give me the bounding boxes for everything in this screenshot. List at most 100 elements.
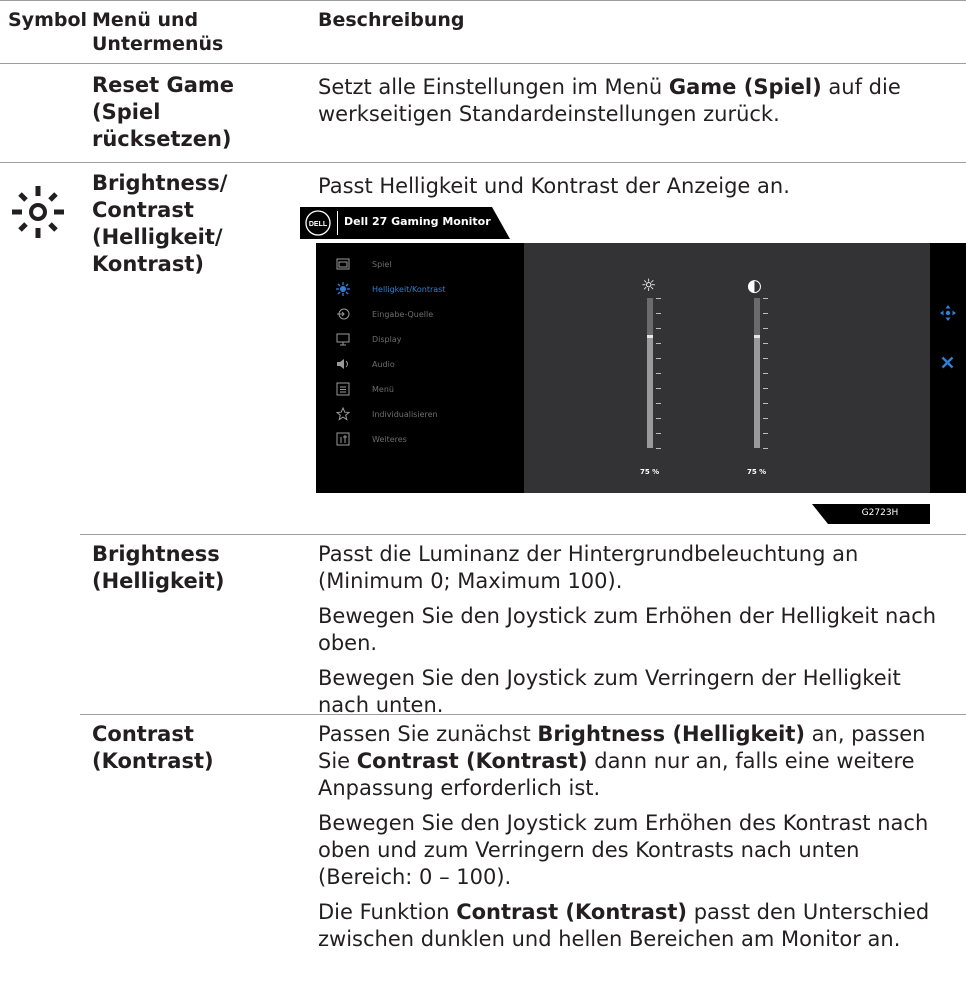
slider-tick bbox=[656, 328, 661, 329]
slider-tick bbox=[656, 388, 661, 389]
osd-menu-item-audio[interactable]: Audio bbox=[336, 355, 521, 373]
model-name: G2723H bbox=[861, 508, 899, 518]
desc-text: Die Funktion bbox=[318, 900, 457, 924]
desc-text: Setzt alle Einstellungen im Menü bbox=[318, 75, 669, 99]
osd-menu-item-individualisieren[interactable]: Individualisieren bbox=[336, 405, 521, 423]
desc-cell-brightness-contrast: Passt Helligkeit und Kontrast der Anzeig… bbox=[318, 174, 790, 198]
osd-title: Dell 27 Gaming Monitor bbox=[344, 215, 491, 228]
close-icon[interactable] bbox=[941, 356, 954, 369]
desc-cell-reset-game: Setzt alle Einstellungen im Menü Game (S… bbox=[318, 74, 958, 128]
desc-bold-text: Contrast (Kontrast) bbox=[456, 900, 688, 924]
osd-menu-item-spiel[interactable]: Spiel bbox=[336, 255, 521, 273]
input-source-icon bbox=[336, 307, 350, 321]
brightness-icon bbox=[336, 282, 350, 296]
slider-tick bbox=[763, 373, 768, 374]
slider-tick bbox=[763, 403, 768, 404]
column-header-menu-line1: Menü und bbox=[92, 9, 199, 31]
menu-icon bbox=[336, 382, 350, 396]
slider-tick bbox=[763, 358, 768, 359]
brightness-slider-knob[interactable] bbox=[647, 334, 653, 338]
osd-menu-item-menue[interactable]: Menü bbox=[336, 380, 521, 398]
slider-tick bbox=[656, 448, 661, 449]
menu-line: (Helligkeit) bbox=[92, 569, 225, 593]
slider-tick bbox=[763, 343, 768, 344]
column-header-menu-line2: Untermenüs bbox=[92, 33, 224, 55]
desc-cell-brightness: Passt die Luminanz der Hintergrundbeleuc… bbox=[318, 541, 958, 719]
brightness-value: 75 % bbox=[640, 468, 660, 476]
menu-line: Contrast bbox=[92, 198, 194, 222]
menu-line: Contrast bbox=[92, 722, 194, 746]
desc-paragraph: Passt die Luminanz der Hintergrundbeleuc… bbox=[318, 542, 859, 593]
menu-cell-contrast: Contrast (Kontrast) bbox=[92, 721, 302, 775]
slider-tick bbox=[763, 313, 768, 314]
column-header-symbol: Symbol bbox=[8, 9, 88, 31]
display-icon bbox=[336, 332, 350, 346]
contrast-slider-knob[interactable] bbox=[754, 334, 760, 338]
osd-menu-label: Audio bbox=[372, 359, 395, 369]
sun-icon bbox=[12, 186, 64, 238]
osd-menu-label: Display bbox=[372, 334, 402, 344]
slider-tick bbox=[763, 418, 768, 419]
desc-paragraph: Setzt alle Einstellungen im Menü Game (S… bbox=[318, 74, 958, 128]
osd-menu-label: Spiel bbox=[372, 259, 392, 269]
slider-tick bbox=[763, 388, 768, 389]
menu-cell-brightness-contrast: Brightness/ Contrast (Helligkeit/ Kontra… bbox=[92, 170, 302, 278]
desc-paragraph: Bewegen Sie den Joystick zum Erhöhen des… bbox=[318, 811, 929, 889]
slider-tick bbox=[656, 433, 661, 434]
brightness-slider[interactable] bbox=[647, 298, 653, 448]
slider-tick bbox=[656, 358, 661, 359]
osd-menu-label: Helligkeit/Kontrast bbox=[372, 284, 446, 294]
speaker-icon bbox=[336, 357, 350, 371]
osd-menu-item-display[interactable]: Display bbox=[336, 330, 521, 348]
osd-panel: Spiel Helligkeit/Kontrast Eingabe-Quelle… bbox=[316, 243, 966, 493]
menu-cell-brightness: Brightness (Helligkeit) bbox=[92, 541, 302, 595]
row-rule bbox=[0, 162, 966, 163]
osd-menu-label: Menü bbox=[372, 384, 394, 394]
menu-line: (Spiel bbox=[92, 100, 161, 124]
desc-bold-text: Contrast (Kontrast) bbox=[356, 749, 588, 773]
desc-paragraph: Die Funktion Contrast (Kontrast) passt d… bbox=[318, 899, 958, 953]
osd-settings-area: ☼ 75 % ◐ 75 % bbox=[524, 243, 930, 493]
brightness-slider-icon: ☼ bbox=[641, 276, 657, 296]
osd-title-divider bbox=[337, 211, 338, 235]
osd-menu-item-helligkeit-kontrast[interactable]: Helligkeit/Kontrast bbox=[336, 280, 521, 298]
contrast-slider-icon: ◐ bbox=[747, 276, 762, 296]
osd-menu-label: Individualisieren bbox=[372, 409, 438, 419]
menu-line: (Kontrast) bbox=[92, 749, 214, 773]
desc-paragraph: Bewegen Sie den Joystick zum Erhöhen der… bbox=[318, 604, 937, 655]
menu-line: (Helligkeit/ bbox=[92, 225, 223, 249]
row-rule bbox=[80, 534, 966, 535]
dell-logo: DELL bbox=[305, 210, 331, 236]
slider-tick bbox=[656, 418, 661, 419]
osd-menu-label: Eingabe-Quelle bbox=[372, 309, 434, 319]
desc-bold-text: Game (Spiel) bbox=[668, 75, 822, 99]
osd-joystick-guide bbox=[930, 243, 966, 493]
contrast-slider[interactable] bbox=[754, 298, 760, 448]
slider-tick bbox=[656, 313, 661, 314]
slider-tick bbox=[656, 298, 661, 299]
slider-tick bbox=[763, 433, 768, 434]
osd-menu-list: Spiel Helligkeit/Kontrast Eingabe-Quelle… bbox=[316, 243, 524, 493]
osd-menu-item-eingabe-quelle[interactable]: Eingabe-Quelle bbox=[336, 305, 521, 323]
contrast-value: 75 % bbox=[747, 468, 767, 476]
star-icon bbox=[336, 407, 350, 421]
brightness-slider-fill bbox=[647, 335, 653, 448]
table-top-rule bbox=[0, 0, 966, 1]
contrast-slider-fill bbox=[754, 335, 760, 448]
menu-cell-reset-game: Reset Game (Spiel rücksetzen) bbox=[92, 72, 302, 153]
desc-bold-text: Brightness (Helligkeit) bbox=[537, 722, 805, 746]
menu-line: Brightness/ bbox=[92, 171, 228, 195]
slider-tick bbox=[763, 298, 768, 299]
osd-menu-label: Weiteres bbox=[372, 434, 407, 444]
slider-tick bbox=[763, 328, 768, 329]
column-header-description: Beschreibung bbox=[318, 9, 465, 31]
slider-tick bbox=[656, 373, 661, 374]
row-rule bbox=[80, 714, 966, 715]
joystick-move-icon[interactable] bbox=[940, 305, 956, 321]
menu-line: rücksetzen) bbox=[92, 127, 232, 151]
osd-menu-item-weiteres[interactable]: Weiteres bbox=[336, 430, 521, 448]
column-header-menu: Menü und Untermenüs bbox=[92, 8, 223, 56]
slider-tick bbox=[763, 448, 768, 449]
menu-line: Reset Game bbox=[92, 73, 235, 97]
desc-paragraph: Bewegen Sie den Joystick zum Verringern … bbox=[318, 666, 901, 717]
